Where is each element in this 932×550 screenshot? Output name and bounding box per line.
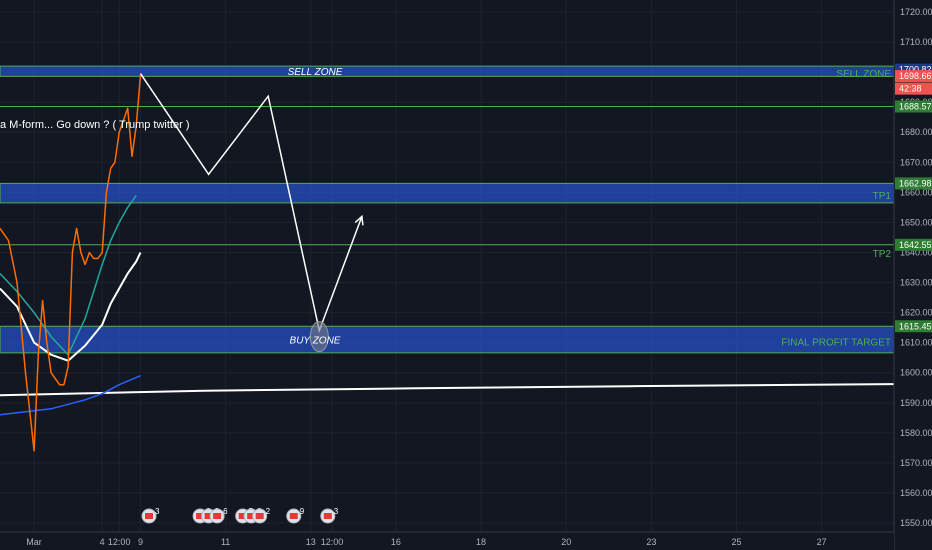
price-tick-label: 1610.00 bbox=[900, 338, 932, 348]
zone-side-label: TP1 bbox=[873, 191, 892, 202]
price-axis[interactable]: 1550.00 1560.00 1570.00 1580.00 1590.00 1600.… bbox=[893, 0, 932, 550]
price-tag-label: 1642.55 bbox=[899, 240, 932, 250]
zone-side-label: SELL ZONE bbox=[836, 69, 891, 80]
price-tag-label: 42:38 bbox=[899, 84, 922, 94]
time-tick-label: 12:00 bbox=[321, 537, 344, 547]
price-tick-label: 1670.00 bbox=[900, 157, 932, 167]
chart-annotation: a M-form... Go down ? ( Trump twitter ) bbox=[0, 119, 190, 131]
zone-label: BUY ZONE bbox=[290, 336, 341, 347]
price-tick-label: 1620.00 bbox=[900, 308, 932, 318]
event-flag-stripe bbox=[289, 513, 298, 519]
price-tick-label: 1560.00 bbox=[900, 488, 932, 498]
time-tick-label: 25 bbox=[731, 537, 741, 547]
price-tick-label: 1710.00 bbox=[900, 37, 932, 47]
price-tick-label: 1580.00 bbox=[900, 428, 932, 438]
time-axis-bg bbox=[0, 532, 894, 550]
time-tick-label: 13 bbox=[306, 537, 316, 547]
price-tag-label: 1698.66 bbox=[899, 71, 932, 81]
time-tick-label: 12:00 bbox=[108, 537, 131, 547]
time-tick-label: 9 bbox=[138, 537, 143, 547]
price-tag: 1688.57 bbox=[895, 100, 932, 113]
time-axis[interactable]: Mar 4 12:00 9 11 13 12:00 16 18 20 23 25 27 bbox=[0, 531, 894, 550]
event-flag-stripe bbox=[213, 513, 222, 519]
price-tag: 1615.45 bbox=[895, 320, 932, 333]
price-chart[interactable]: SELL ZONE SELL ZONE TP1 BUY ZONE FINAL PROFI… bbox=[0, 0, 932, 550]
zone-side-label: FINAL PROFIT TARGET bbox=[781, 338, 891, 349]
price-tag: 42:38 bbox=[895, 82, 932, 95]
time-tick-label: 18 bbox=[476, 537, 486, 547]
time-tick-label: 4 bbox=[100, 537, 105, 547]
zone-label: SELL ZONE bbox=[288, 67, 343, 78]
price-tick-label: 1680.00 bbox=[900, 127, 932, 137]
time-tick-label: 20 bbox=[561, 537, 571, 547]
zone-band bbox=[0, 325, 895, 354]
price-tick-label: 1590.00 bbox=[900, 398, 932, 408]
zone-band bbox=[0, 65, 895, 77]
event-count: 3 bbox=[334, 507, 339, 516]
price-tick-label: 1630.00 bbox=[900, 278, 932, 288]
time-tick-label: 23 bbox=[646, 537, 656, 547]
price-tag-label: 1615.45 bbox=[899, 321, 932, 331]
time-tick-label: 16 bbox=[391, 537, 401, 547]
event-flag-stripe bbox=[255, 513, 264, 519]
price-tag: 1698.66 bbox=[895, 70, 932, 83]
price-tag-label: 1688.57 bbox=[899, 101, 932, 111]
time-tick-label: Mar bbox=[26, 537, 42, 547]
price-tick-label: 1650.00 bbox=[900, 217, 932, 227]
event-count: 9 bbox=[300, 507, 305, 516]
price-tick-label: 1570.00 bbox=[900, 458, 932, 468]
price-tag: 1662.98 bbox=[895, 177, 932, 190]
price-tick-label: 1550.00 bbox=[900, 518, 932, 528]
price-tick-label: 1720.00 bbox=[900, 7, 932, 17]
zone-band bbox=[0, 182, 895, 204]
time-tick-label: 11 bbox=[221, 537, 230, 547]
event-flag-stripe bbox=[323, 513, 332, 519]
price-tag: 1642.55 bbox=[895, 238, 932, 251]
price-tag-label: 1662.98 bbox=[899, 178, 932, 188]
event-count: 2 bbox=[266, 507, 271, 516]
time-tick-label: 27 bbox=[817, 537, 827, 547]
event-count: 3 bbox=[155, 507, 160, 516]
event-count: 6 bbox=[223, 507, 228, 516]
price-tick-label: 1600.00 bbox=[900, 368, 932, 378]
event-flag-stripe bbox=[145, 513, 153, 519]
level-label: TP2 bbox=[873, 249, 892, 260]
